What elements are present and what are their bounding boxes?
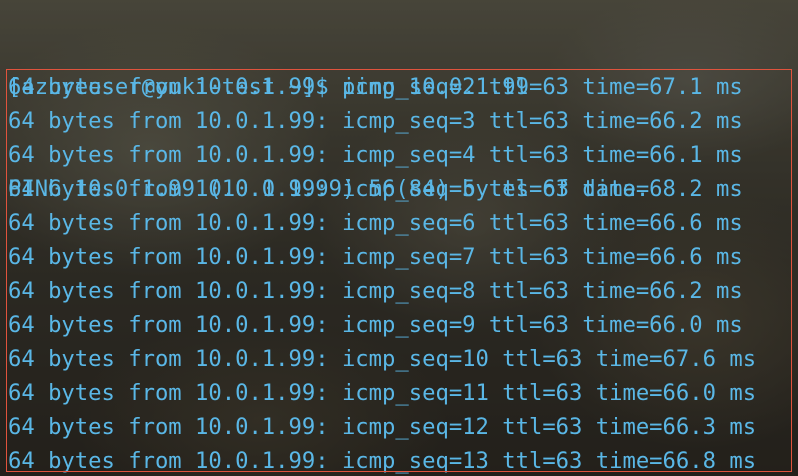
ping-reply-line: 64 bytes from 10.0.1.99: icmp_seq=7 ttl=… [8,244,743,270]
ping-reply-line: 64 bytes from 10.0.1.99: icmp_seq=6 ttl=… [8,210,743,236]
ping-replies-list: 64 bytes from 10.0.1.99: icmp_seq=2 ttl=… [0,70,756,476]
ping-reply-line: 64 bytes from 10.0.1.99: icmp_seq=5 ttl=… [8,176,743,202]
ping-reply-line: 64 bytes from 10.0.1.99: icmp_seq=12 ttl… [8,414,757,440]
ping-reply-line: 64 bytes from 10.0.1.99: icmp_seq=9 ttl=… [8,312,743,338]
ping-reply-line: 64 bytes from 10.0.1.99: icmp_seq=8 ttl=… [8,278,743,304]
terminal-output[interactable]: [azureuser@yuki-test ~]$ ping 10.0.1.99 … [0,0,798,476]
ping-reply-line: 64 bytes from 10.0.1.99: icmp_seq=2 ttl=… [8,74,743,100]
ping-reply-line: 64 bytes from 10.0.1.99: icmp_seq=11 ttl… [8,380,757,406]
ping-reply-line: 64 bytes from 10.0.1.99: icmp_seq=13 ttl… [8,448,757,474]
ping-reply-line: 64 bytes from 10.0.1.99: icmp_seq=10 ttl… [8,346,757,372]
ping-reply-line: 64 bytes from 10.0.1.99: icmp_seq=4 ttl=… [8,142,743,168]
ping-reply-line: 64 bytes from 10.0.1.99: icmp_seq=3 ttl=… [8,108,743,134]
